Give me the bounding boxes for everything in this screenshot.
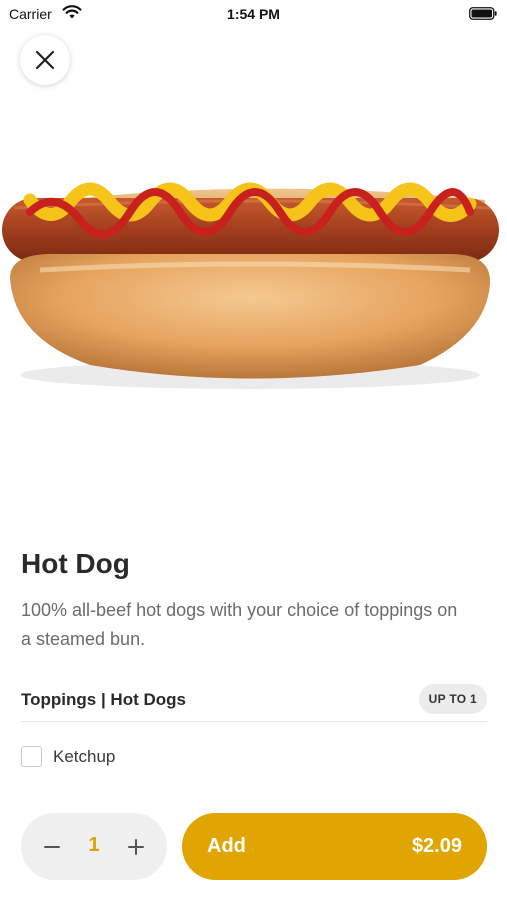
limit-badge: UP TO 1 <box>418 684 487 714</box>
item-detail-screen: Carrier 1:54 PM Hot Dog 100% all-beef ho… <box>0 0 507 900</box>
close-button[interactable] <box>20 35 70 85</box>
add-button-price: $2.09 <box>411 835 462 857</box>
product-title: Hot Dog <box>21 548 130 579</box>
toppings-section-header: Toppings | Hot Dogs UP TO 1 <box>21 684 487 722</box>
quantity-stepper: 1 <box>21 813 167 880</box>
add-to-order-button[interactable]: Add $2.09 <box>182 813 487 880</box>
increase-quantity-button[interactable] <box>122 833 150 861</box>
add-button-label: Add <box>207 835 246 857</box>
plus-icon <box>128 839 144 855</box>
section-title: Toppings | Hot Dogs <box>21 690 186 709</box>
option-ketchup[interactable]: Ketchup <box>21 744 487 770</box>
product-image <box>2 182 499 389</box>
battery-icon <box>469 7 497 20</box>
product-description: 100% all-beef hot dogs with your choice … <box>21 600 458 649</box>
close-icon <box>35 50 55 70</box>
status-bar: Carrier 1:54 PM <box>0 0 507 28</box>
option-label: Ketchup <box>53 747 116 766</box>
ketchup-checkbox[interactable] <box>21 746 42 767</box>
status-time: 1:54 PM <box>227 6 280 22</box>
